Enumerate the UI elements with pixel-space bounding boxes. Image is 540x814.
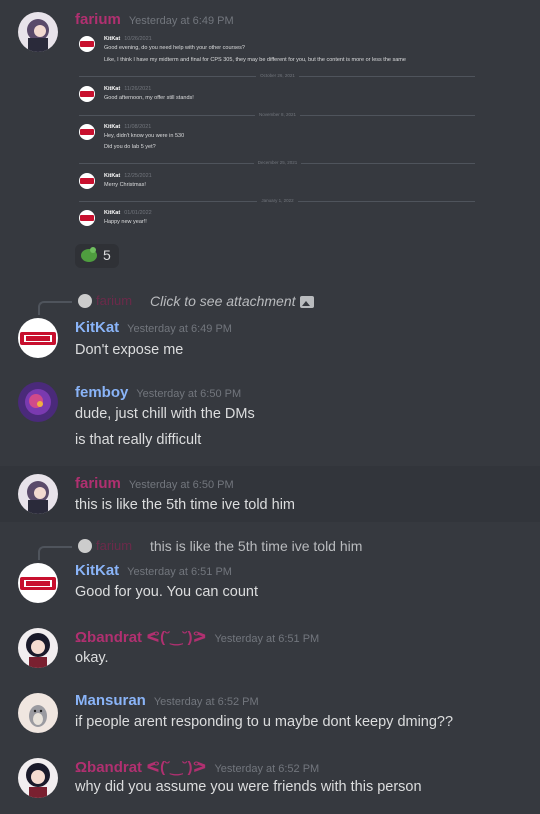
- message-kitkat-1: KitKat Yesterday at 6:49 PM Don't expose …: [0, 310, 540, 370]
- embedded-text: Good afternoon, my offer still stands!: [104, 95, 194, 101]
- kitkat-avatar-icon: [79, 124, 95, 140]
- embedded-username: KitKat: [104, 210, 121, 216]
- date-divider-label: December 25, 2021: [253, 160, 302, 165]
- totoro-avatar-icon: [18, 693, 58, 733]
- avatar[interactable]: [18, 12, 58, 52]
- embedded-text: Good evening, do you need help with your…: [104, 45, 245, 51]
- date-divider-label: November 8, 2021: [254, 112, 301, 117]
- embedded-text: Happy new year!!: [104, 219, 147, 225]
- anime-girl-avatar-icon: [18, 628, 58, 668]
- username[interactable]: KitKat: [75, 319, 119, 336]
- purple-swirl-avatar-icon: [18, 382, 58, 422]
- avatar-mini: [78, 539, 92, 553]
- avatar[interactable]: [18, 474, 58, 514]
- username[interactable]: KitKat: [75, 562, 119, 579]
- message-kitkat-2: KitKat Yesterday at 6:51 PM Good for you.…: [0, 555, 540, 615]
- kitkat-avatar-icon: [79, 173, 95, 189]
- message-text: this is like the 5th time ive told him: [75, 497, 296, 513]
- kitkat-avatar-icon: [79, 36, 95, 52]
- embedded-text: Did you do lab 5 yet?: [104, 144, 156, 150]
- avatar[interactable]: [18, 628, 58, 668]
- message-text: dude, just chill with the DMs: [75, 406, 255, 422]
- reply-text[interactable]: this is like the 5th time ive told him: [150, 538, 362, 554]
- embedded-date: 10/26/2021: [124, 36, 152, 42]
- username[interactable]: Mansuran: [75, 692, 146, 709]
- image-icon: [300, 296, 314, 308]
- reaction-button[interactable]: 5: [75, 244, 119, 268]
- message-farium-2: farium Yesterday at 6:50 PM this is like …: [0, 466, 540, 522]
- timestamp: Yesterday at 6:49 PM: [128, 15, 234, 27]
- embedded-date: 11/08/2021: [124, 124, 152, 130]
- message-femboy: femboy Yesterday at 6:50 PM dude, just ch…: [0, 374, 540, 460]
- message-text: if people arent responding to u maybe do…: [75, 714, 454, 730]
- username[interactable]: Ωbandrat ᕙ(˘‿˘)ᕗ: [75, 629, 206, 646]
- avatar[interactable]: [18, 693, 58, 733]
- message-bandrat-1: Ωbandrat ᕙ(˘‿˘)ᕗ Yesterday at 6:51 PM oka…: [0, 618, 540, 678]
- timestamp: Yesterday at 6:50 PM: [136, 388, 242, 400]
- anime-girl-avatar-icon: [18, 758, 58, 798]
- avatar[interactable]: [18, 758, 58, 798]
- embedded-username: KitKat: [104, 124, 121, 130]
- message-text: Good for you. You can count: [75, 584, 258, 600]
- message-mansuran: Mansuran Yesterday at 6:52 PM if people a…: [0, 683, 540, 743]
- reaction-count: 5: [103, 247, 111, 263]
- message-text: okay.: [75, 650, 109, 666]
- embedded-username: KitKat: [104, 86, 121, 92]
- anime-avatar-icon: [18, 12, 58, 52]
- username[interactable]: farium: [75, 475, 121, 492]
- username[interactable]: Ωbandrat ᕙ(˘‿˘)ᕗ: [75, 759, 206, 776]
- timestamp: Yesterday at 6:51 PM: [127, 566, 232, 578]
- kitkat-avatar-icon[interactable]: [18, 318, 58, 358]
- username[interactable]: farium: [75, 11, 121, 28]
- timestamp: Yesterday at 6:50 PM: [128, 479, 234, 491]
- message-text: is that really difficult: [75, 432, 202, 448]
- avatar-mini: [78, 294, 92, 308]
- kitkat-avatar-icon: [79, 210, 95, 226]
- avatar[interactable]: [18, 382, 58, 422]
- reply-text[interactable]: Click to see attachment: [150, 293, 296, 309]
- kitkat-avatar-icon[interactable]: [18, 563, 58, 603]
- message-text: Don't expose me: [75, 342, 184, 358]
- embedded-text: Merry Christmas!: [104, 182, 146, 188]
- embedded-username: KitKat: [104, 36, 121, 42]
- embedded-date: 11/26/2021: [124, 86, 152, 92]
- message-farium-1: farium Yesterday at 6:49 PM KitKat 10/26/2…: [0, 0, 540, 275]
- username[interactable]: femboy: [75, 384, 128, 401]
- kitkat-avatar-icon: [79, 86, 95, 102]
- embedded-text: Like, I think I have my midterm and fina…: [104, 57, 406, 63]
- message-bandrat-2: Ωbandrat ᕙ(˘‿˘)ᕗ Yesterday at 6:52 PM why…: [0, 748, 540, 814]
- embedded-text: Hey, didn't know you were in 530: [104, 133, 185, 139]
- anime-avatar-icon: [18, 474, 58, 514]
- reply-username[interactable]: farium: [96, 538, 132, 553]
- date-divider-label: October 26, 2021: [256, 73, 299, 78]
- timestamp: Yesterday at 6:52 PM: [214, 763, 320, 775]
- embedded-date: 12/25/2021: [124, 173, 152, 179]
- embedded-date: 01/01/2022: [124, 210, 152, 216]
- date-divider-label: January 1, 2022: [257, 198, 298, 203]
- embedded-username: KitKat: [104, 173, 121, 179]
- timestamp: Yesterday at 6:49 PM: [127, 323, 232, 335]
- timestamp: Yesterday at 6:52 PM: [153, 696, 259, 708]
- reply-username[interactable]: farium: [96, 293, 132, 308]
- message-text: why did you assume you were friends with…: [75, 779, 422, 795]
- timestamp: Yesterday at 6:51 PM: [214, 633, 320, 645]
- embedded-screenshot: KitKat 10/26/2021 Good evening, do you ne…: [75, 32, 480, 240]
- frog-emoji-icon: [81, 247, 97, 262]
